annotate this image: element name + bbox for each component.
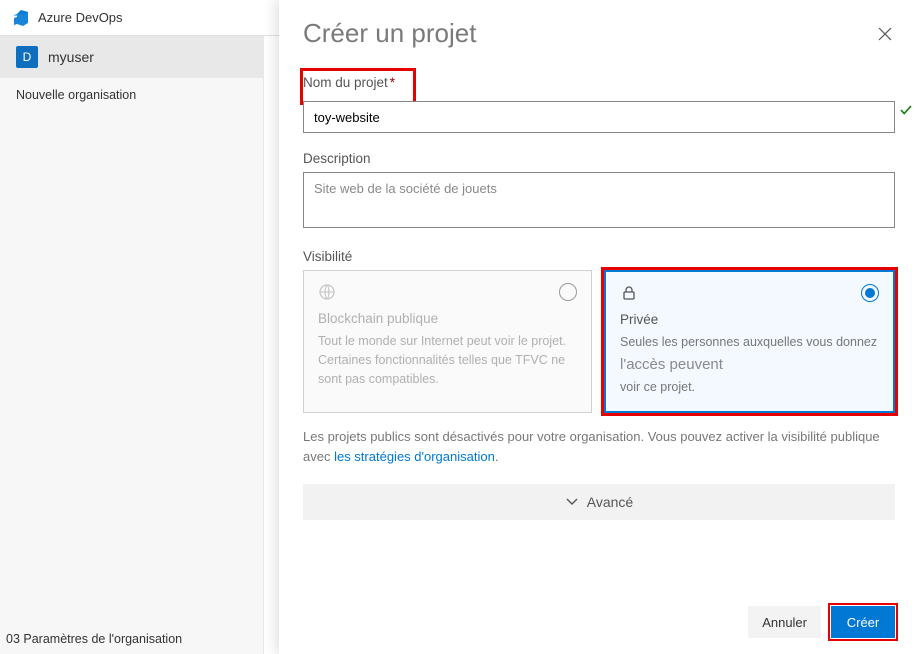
public-card-desc: Tout le monde sur Internet peut voir le … xyxy=(318,332,577,388)
visibility-label: Visibilité xyxy=(303,249,895,264)
description-label: Description xyxy=(303,151,895,166)
visibility-public-radio xyxy=(559,283,577,301)
description-input[interactable]: Site web de la société de jouets xyxy=(303,172,895,228)
lock-icon xyxy=(620,284,638,305)
visibility-public-card: Blockchain publique Tout le monde sur In… xyxy=(303,270,592,413)
public-card-title: Blockchain publique xyxy=(318,311,577,326)
globe-icon xyxy=(318,283,336,304)
visibility-private-card[interactable]: Privée Seules les personnes auxquelles v… xyxy=(604,270,895,413)
azure-devops-icon xyxy=(12,9,30,27)
org-policies-link[interactable]: les stratégies d'organisation xyxy=(334,449,495,464)
panel-footer: Annuler Créer xyxy=(303,590,895,638)
panel-title: Créer un projet xyxy=(303,18,476,49)
visibility-private-radio[interactable] xyxy=(861,284,879,302)
public-disabled-hint: Les projets publics sont désactivés pour… xyxy=(303,427,895,466)
private-card-desc: Seules les personnes auxquelles vous don… xyxy=(620,333,879,397)
project-name-input[interactable] xyxy=(303,101,895,133)
advanced-label: Avancé xyxy=(587,494,633,510)
sidebar: D myuser Nouvelle organisation 03 Paramè… xyxy=(0,36,264,654)
cancel-button[interactable]: Annuler xyxy=(748,606,821,638)
brand-name[interactable]: Azure DevOps xyxy=(38,10,123,25)
sidebar-org-settings[interactable]: 03 Paramètres de l'organisation xyxy=(0,622,263,654)
private-card-title: Privée xyxy=(620,312,879,327)
create-button[interactable]: Créer xyxy=(831,606,895,638)
advanced-toggle[interactable]: Avancé xyxy=(303,484,895,520)
sidebar-new-org-link[interactable]: Nouvelle organisation xyxy=(0,78,263,112)
chevron-down-icon xyxy=(565,494,579,511)
project-name-label: Nom du projet* xyxy=(303,75,407,90)
check-icon xyxy=(899,103,913,120)
sidebar-item-user[interactable]: D myuser xyxy=(0,36,263,78)
visibility-field-group: Visibilité Blockchain publique Tout le m… xyxy=(303,249,895,413)
create-project-panel: Créer un projet Nom du projet* Descripti… xyxy=(279,0,919,654)
description-field-group: Description Site web de la société de jo… xyxy=(303,151,895,231)
avatar: D xyxy=(16,46,38,68)
close-icon[interactable] xyxy=(875,24,895,44)
sidebar-user-label: myuser xyxy=(48,49,94,65)
project-name-field-group: Nom du projet* xyxy=(303,71,895,133)
